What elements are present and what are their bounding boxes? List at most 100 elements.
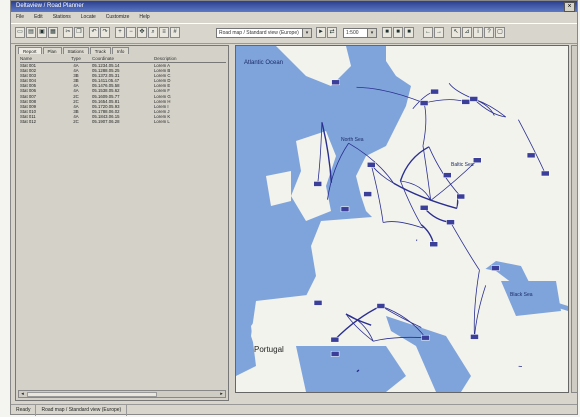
tab-info[interactable]: Info [111, 47, 130, 54]
window-icon[interactable]: ▢ [495, 27, 505, 38]
city-marker[interactable] [430, 88, 439, 95]
toolbar: ▭ ▤ ▣ ▦ ✂ ❐ ↶ ↷ + − ✥ ⌕ ≡ # Road map / S… [11, 23, 577, 44]
menu-edit[interactable]: Edit [34, 13, 43, 22]
new-icon[interactable]: ▭ [15, 27, 25, 38]
city-marker[interactable] [419, 100, 429, 106]
menu-locate[interactable]: Locate [81, 13, 96, 22]
arrow-left-icon[interactable]: ← [423, 27, 433, 38]
city-marker[interactable] [526, 152, 536, 159]
city-marker[interactable] [443, 172, 452, 178]
scale-dropdown-value: 1:500 [346, 30, 359, 36]
scroll-right-icon[interactable]: ▸ [218, 391, 225, 397]
table-row[interactable]: Stat 012 2C 05.1907.06.28 Lorem L [20, 119, 226, 124]
column-header-coordinate[interactable]: Coordinate [92, 56, 154, 62]
chevron-down-icon: ▾ [367, 29, 376, 37]
tab-report[interactable]: Report [18, 47, 42, 54]
print-icon[interactable]: ▦ [48, 27, 58, 38]
measure-icon[interactable]: ⊿ [462, 27, 472, 38]
app-window: Deltaview / Road Planner × File Edit Sta… [10, 0, 578, 416]
menu-help[interactable]: Help [139, 13, 149, 22]
horizontal-scrollbar[interactable]: ◂ ▸ [18, 390, 226, 398]
city-marker[interactable] [456, 193, 465, 200]
column-header-name[interactable]: Name [20, 56, 60, 62]
route-dropdown[interactable]: Road map / Standard view (Europe) ▾ [216, 28, 312, 38]
city-marker[interactable] [340, 206, 350, 213]
table-cell: Stat 012 [20, 119, 37, 125]
scroll-thumb[interactable] [27, 392, 157, 397]
redo-icon[interactable]: ↷ [100, 27, 110, 38]
column-header-type[interactable]: Type [60, 56, 92, 62]
menu-bar: File Edit Stations Locate Customize Help [11, 13, 577, 22]
find-icon[interactable]: ⌕ [148, 27, 158, 38]
status-bar: Ready Road map / Standard view (Europe) [11, 404, 577, 416]
map-label-black-sea: Black Sea [510, 292, 533, 298]
mark-icon[interactable]: ■ [404, 27, 414, 38]
city-marker[interactable] [429, 241, 438, 247]
city-marker[interactable] [313, 181, 322, 187]
city-marker[interactable] [313, 300, 323, 306]
grid-icon[interactable]: # [170, 27, 180, 38]
zoom-in-icon[interactable]: + [115, 27, 125, 38]
city-marker[interactable] [472, 157, 482, 163]
city-marker[interactable] [419, 205, 429, 211]
map-label-baltic: Baltic Sea [451, 162, 474, 168]
city-marker[interactable] [330, 351, 340, 357]
info-icon[interactable]: i [473, 27, 483, 38]
city-marker[interactable] [470, 334, 479, 340]
table-body: Stat 001 4A 05.1234.05.14 Lorem A Stat 002 4A… [20, 63, 226, 124]
tab-track[interactable]: Track [89, 47, 111, 54]
route-icon[interactable]: ⇄ [327, 27, 337, 38]
tab-stations[interactable]: Stations [62, 47, 89, 54]
europe-road-map[interactable]: Atlantic Ocean North Sea Baltic Sea Port… [236, 46, 568, 392]
city-marker[interactable] [540, 170, 550, 177]
city-marker[interactable] [363, 191, 372, 197]
panel-tabs: Report Plan Stations Track Info [18, 47, 130, 54]
status-left: Ready [11, 405, 37, 416]
open-icon[interactable]: ▤ [26, 27, 36, 38]
map-label-portugal: Portugal [254, 345, 284, 354]
city-marker[interactable] [367, 162, 376, 168]
station-list-panel: Report Plan Stations Track Info Name Typ… [15, 45, 229, 401]
help-icon[interactable]: ? [484, 27, 494, 38]
window-title: Deltaview / Road Planner [16, 3, 84, 9]
layers-icon[interactable]: ≡ [159, 27, 169, 38]
zoom-out-icon[interactable]: − [126, 27, 136, 38]
table-cell: 05.1907.06.28 [92, 119, 120, 125]
close-icon[interactable]: × [564, 2, 575, 12]
city-marker[interactable] [461, 99, 471, 105]
select-icon[interactable]: ↖ [451, 27, 461, 38]
copy-icon[interactable]: ❐ [74, 27, 84, 38]
bold-icon[interactable]: ■ [382, 27, 392, 38]
city-marker[interactable] [469, 96, 479, 102]
city-marker[interactable] [421, 334, 430, 341]
city-marker[interactable] [376, 303, 386, 309]
map-label-north-sea: North Sea [341, 137, 364, 143]
scroll-left-icon[interactable]: ◂ [19, 391, 26, 397]
menu-customize[interactable]: Customize [106, 13, 130, 22]
station-table: Name Type Coordinate Description Stat 00… [20, 56, 226, 124]
city-marker[interactable] [330, 336, 340, 343]
menu-stations[interactable]: Stations [53, 13, 71, 22]
arrow-right-icon[interactable]: → [434, 27, 444, 38]
map-vertical-scrollbar[interactable] [571, 45, 578, 393]
map-view[interactable]: Atlantic Ocean North Sea Baltic Sea Port… [235, 45, 569, 393]
cut-icon[interactable]: ✂ [63, 27, 73, 38]
table-cell: 2C [73, 119, 79, 125]
go-icon[interactable]: ► [316, 27, 326, 38]
undo-icon[interactable]: ↶ [89, 27, 99, 38]
western-mediterranean [296, 346, 406, 392]
city-marker[interactable] [446, 219, 455, 225]
tab-plan[interactable]: Plan [42, 47, 62, 54]
fill-icon[interactable]: ■ [393, 27, 403, 38]
pan-icon[interactable]: ✥ [137, 27, 147, 38]
route-dropdown-value: Road map / Standard view (Europe) [219, 30, 299, 36]
table-cell: Lorem L [154, 119, 170, 125]
scale-dropdown[interactable]: 1:500 ▾ [343, 28, 377, 38]
map-label-atlantic: Atlantic Ocean [244, 60, 283, 66]
column-header-description[interactable]: Description [154, 56, 214, 62]
city-marker[interactable] [491, 265, 500, 271]
menu-file[interactable]: File [16, 13, 24, 22]
city-marker[interactable] [331, 79, 340, 86]
save-icon[interactable]: ▣ [37, 27, 47, 38]
status-middle: Road map / Standard view (Europe) [36, 405, 128, 416]
